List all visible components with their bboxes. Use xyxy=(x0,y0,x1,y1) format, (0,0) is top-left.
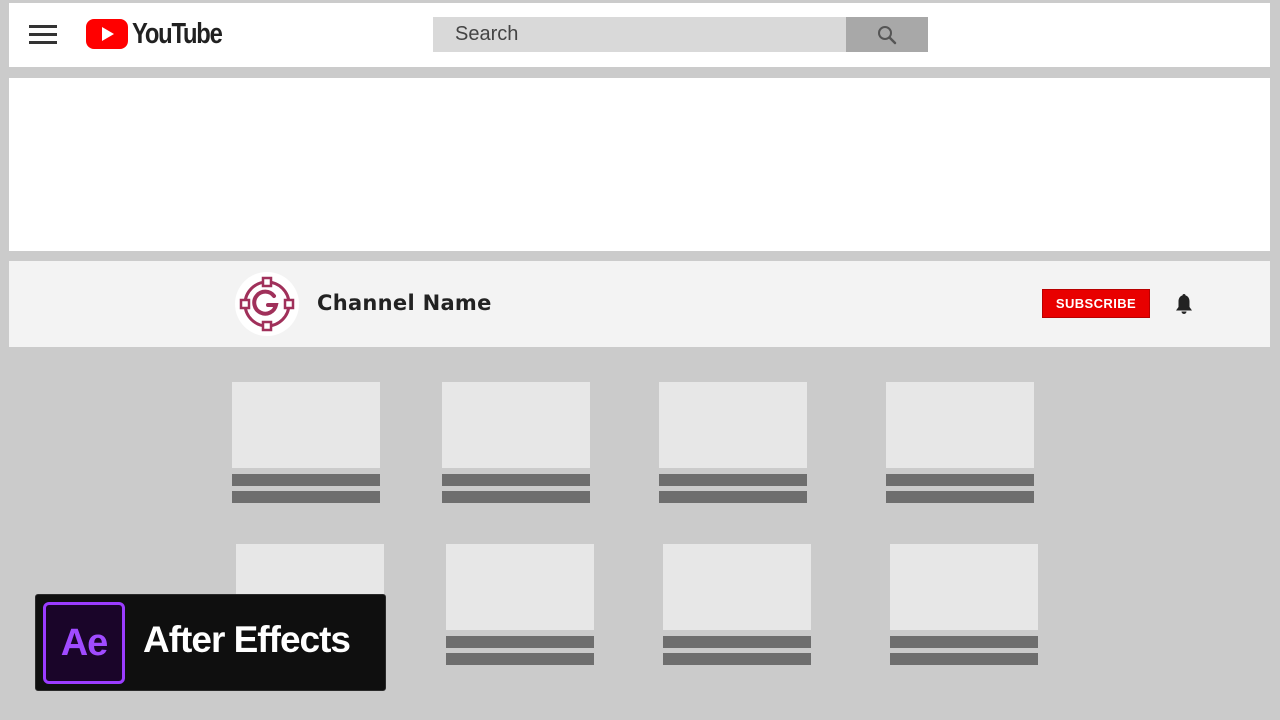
video-title-placeholder xyxy=(886,474,1034,486)
video-meta-placeholder xyxy=(446,653,594,665)
video-meta-placeholder xyxy=(659,491,807,503)
video-title-placeholder xyxy=(232,474,380,486)
video-title-placeholder xyxy=(659,474,807,486)
hamburger-menu-icon[interactable] xyxy=(29,25,57,45)
video-card[interactable] xyxy=(232,382,380,503)
channel-header: Channel Name SUBSCRIBE xyxy=(9,261,1270,347)
video-title-placeholder xyxy=(446,636,594,648)
video-title-placeholder xyxy=(442,474,590,486)
search-button[interactable] xyxy=(846,17,928,52)
video-meta-placeholder xyxy=(232,491,380,503)
channel-avatar[interactable] xyxy=(235,272,299,336)
video-thumbnail[interactable] xyxy=(659,382,807,468)
video-card[interactable] xyxy=(886,382,1034,503)
channel-banner xyxy=(9,78,1270,251)
logo-wordmark: YouTube xyxy=(132,17,223,50)
video-card[interactable] xyxy=(890,544,1038,665)
video-card[interactable] xyxy=(442,382,590,503)
video-thumbnail[interactable] xyxy=(446,544,594,630)
after-effects-badge: Ae After Effects xyxy=(35,594,386,691)
search-icon xyxy=(878,25,897,44)
video-meta-placeholder xyxy=(663,653,811,665)
ae-logo-text: Ae xyxy=(60,621,109,664)
video-thumbnail[interactable] xyxy=(442,382,590,468)
video-meta-placeholder xyxy=(442,491,590,503)
video-thumbnail[interactable] xyxy=(886,382,1034,468)
channel-name[interactable]: Channel Name xyxy=(317,291,492,315)
youtube-logo[interactable]: YouTube xyxy=(86,17,241,51)
top-navigation-bar: YouTube xyxy=(9,3,1270,67)
video-title-placeholder xyxy=(663,636,811,648)
video-thumbnail[interactable] xyxy=(663,544,811,630)
video-title-placeholder xyxy=(890,636,1038,648)
video-card[interactable] xyxy=(663,544,811,665)
video-thumbnail[interactable] xyxy=(232,382,380,468)
play-badge-icon xyxy=(86,19,128,49)
notification-bell-icon[interactable] xyxy=(1172,292,1196,316)
subscribe-button[interactable]: SUBSCRIBE xyxy=(1042,289,1150,318)
search-input[interactable] xyxy=(433,17,846,52)
after-effects-title: After Effects xyxy=(143,619,351,660)
video-thumbnail[interactable] xyxy=(890,544,1038,630)
video-meta-placeholder xyxy=(890,653,1038,665)
video-card[interactable] xyxy=(446,544,594,665)
after-effects-logo-icon: Ae xyxy=(43,602,125,684)
video-meta-placeholder xyxy=(886,491,1034,503)
channel-logo-icon xyxy=(239,276,295,332)
video-card[interactable] xyxy=(659,382,807,503)
